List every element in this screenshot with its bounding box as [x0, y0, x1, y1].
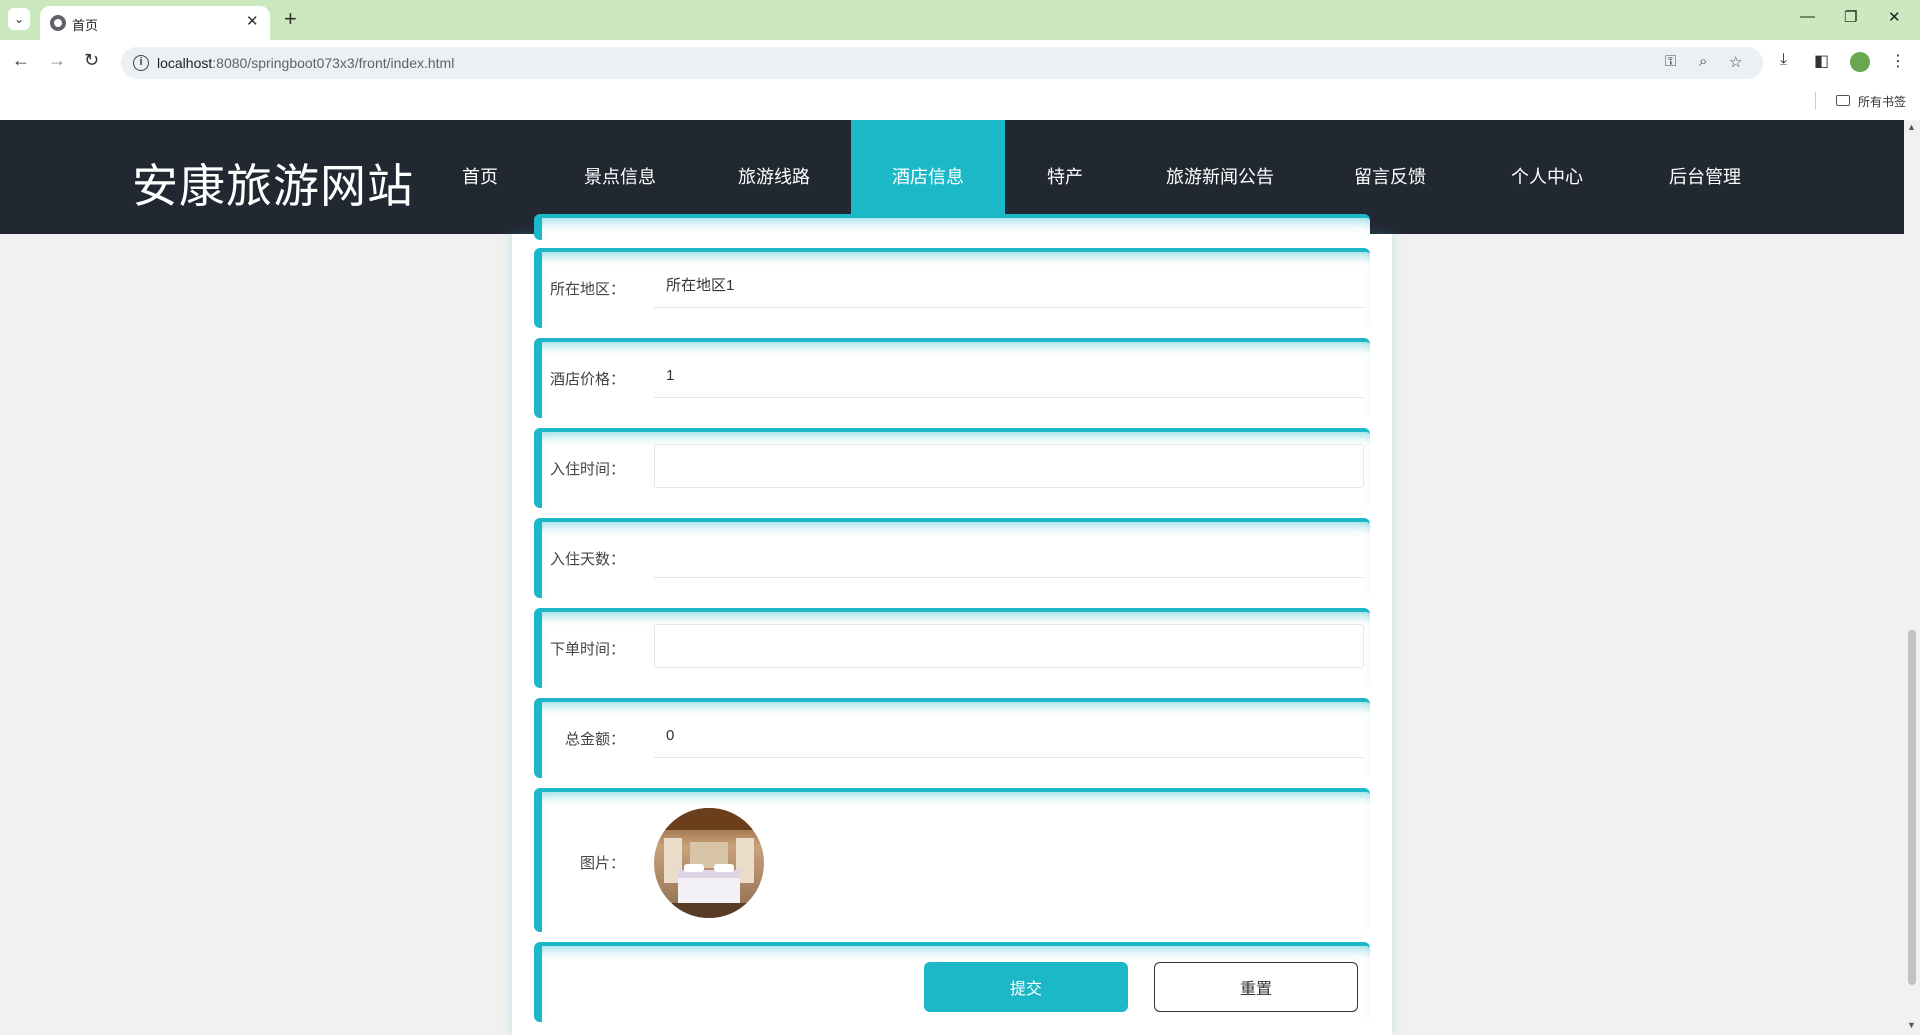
hotel-room-photo[interactable] [654, 808, 764, 918]
url-text[interactable]: localhost:8080/springboot073x3/front/ind… [157, 55, 454, 71]
form-row-checkin-time: 入住时间： [534, 428, 1370, 508]
reset-button[interactable]: 重置 [1154, 962, 1358, 1012]
bookmarks-bar: 所有书签 [0, 84, 1920, 120]
minimize-icon[interactable]: — [1800, 8, 1815, 25]
tab-search-button[interactable]: ⌄ [8, 8, 30, 30]
order-time-label: 下单时间： [549, 641, 625, 658]
browser-toolbar: ← → ↻ i localhost:8080/springboot073x3/f… [0, 40, 1920, 84]
form-row-total: 总金额： 0 [534, 698, 1370, 778]
checkin-time-input[interactable] [654, 444, 1364, 488]
form-row-image: 图片： [534, 788, 1370, 932]
url-path: :8080/springboot073x3/front/index.html [212, 55, 455, 71]
days-label: 入住天数： [549, 551, 625, 568]
checkin-time-label: 入住时间： [549, 461, 625, 478]
scroll-up-icon[interactable]: ▲ [1907, 122, 1916, 132]
folder-icon[interactable] [1836, 95, 1850, 106]
side-panel-icon[interactable]: ◧ [1814, 51, 1829, 71]
download-icon[interactable]: ⤓ [1780, 51, 1787, 69]
form-row-order-time: 下单时间： [534, 608, 1370, 688]
submit-button[interactable]: 提交 [924, 962, 1128, 1012]
image-label: 图片： [579, 855, 625, 872]
menu-dots-icon[interactable]: ⋮ [1890, 51, 1906, 71]
scrollbar-thumb[interactable] [1908, 630, 1916, 985]
profile-avatar-icon[interactable] [1850, 52, 1870, 72]
password-key-icon[interactable]: ⚿ [1665, 53, 1676, 70]
nav-item-home[interactable]: 首页 [440, 120, 520, 234]
days-input[interactable] [654, 534, 1364, 578]
form-row-partial [534, 214, 1370, 240]
address-bar[interactable]: i localhost:8080/springboot073x3/front/i… [121, 47, 1763, 79]
reload-icon[interactable]: ↻ [84, 50, 99, 71]
form-row-price: 酒店价格： 1 [534, 338, 1370, 418]
total-value: 0 [654, 714, 1364, 758]
forward-icon[interactable]: → [48, 50, 66, 71]
nav-item-admin[interactable]: 后台管理 [1655, 120, 1755, 234]
hotel-room-image [654, 808, 764, 918]
form-row-days: 入住天数： [534, 518, 1370, 598]
total-label: 总金额： [564, 731, 625, 748]
site-info-icon[interactable]: i [133, 55, 149, 71]
region-value: 所在地区1 [654, 264, 1364, 308]
form-row-actions: 提交 重置 [534, 942, 1370, 1022]
bookmark-star-icon[interactable]: ☆ [1729, 53, 1742, 71]
site-logo: 安康旅游网站 [132, 160, 414, 212]
page-scrollbar[interactable]: ▲ ▼ [1904, 120, 1920, 1035]
zoom-icon[interactable]: ⌕ [1699, 53, 1707, 70]
all-bookmarks-link[interactable]: 所有书签 [1858, 93, 1906, 110]
close-icon[interactable]: ✕ [246, 12, 259, 30]
region-label: 所在地区： [549, 281, 625, 298]
nav-item-profile[interactable]: 个人中心 [1497, 120, 1597, 234]
browser-tab-bar: ⌄ 首页 ✕ + — ❐ ✕ [0, 0, 1920, 40]
price-label: 酒店价格： [549, 371, 625, 388]
window-close-icon[interactable]: ✕ [1888, 8, 1901, 26]
tab-title: 首页 [72, 18, 99, 33]
browser-tab[interactable]: 首页 ✕ [40, 6, 270, 40]
restore-icon[interactable]: ❐ [1844, 8, 1857, 26]
back-icon[interactable]: ← [12, 50, 30, 71]
globe-icon [50, 15, 66, 31]
hotel-booking-form: 所在地区： 所在地区1 酒店价格： 1 入住时间： 入住天数： 下单时间： 总金… [512, 214, 1392, 1035]
url-host: localhost [157, 55, 213, 71]
order-time-input[interactable] [654, 624, 1364, 668]
form-row-region: 所在地区： 所在地区1 [534, 248, 1370, 328]
bookmarks-divider [1815, 92, 1816, 110]
price-value: 1 [654, 354, 1364, 398]
new-tab-button[interactable]: + [284, 6, 297, 32]
scroll-down-icon[interactable]: ▼ [1907, 1020, 1916, 1030]
page-viewport: 安康旅游网站 首页 景点信息 旅游线路 酒店信息 特产 旅游新闻公告 留言反馈 … [0, 120, 1920, 1035]
